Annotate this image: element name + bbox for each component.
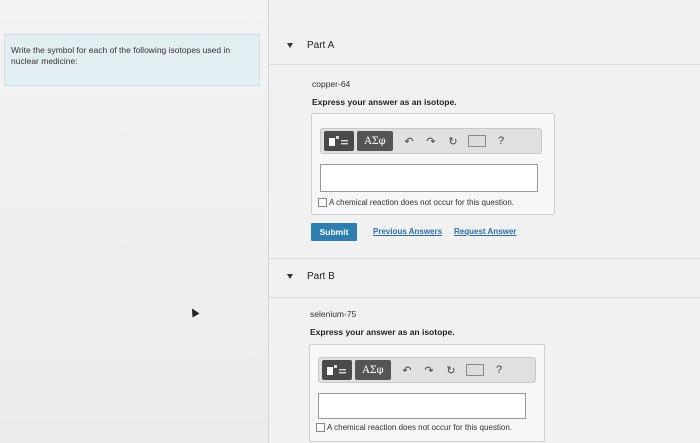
main-panel: Part A copper-64 Express your answer as … [269, 0, 700, 443]
part-a-instruction: Express your answer as an isotope. [312, 97, 457, 107]
no-reaction-label: A chemical reaction does not occur for t… [329, 198, 514, 207]
redo-icon[interactable]: ↷ [422, 131, 440, 151]
greek-symbols-button[interactable]: ΑΣφ [355, 360, 391, 380]
divider [269, 258, 700, 259]
part-a-title: Part A [307, 39, 335, 51]
question-prompt: Write the symbol for each of the followi… [4, 34, 260, 86]
previous-answers-link[interactable]: Previous Answers [373, 227, 442, 236]
divider [269, 64, 700, 65]
no-reaction-checkbox[interactable] [318, 198, 327, 207]
undo-icon[interactable]: ↶ [400, 131, 418, 151]
template-button[interactable] [324, 131, 354, 151]
part-a-isotope: copper-64 [312, 79, 351, 89]
part-b-title: Part B [307, 270, 335, 282]
no-reaction-checkbox[interactable] [316, 423, 325, 432]
left-panel: Write the symbol for each of the followi… [0, 0, 269, 443]
part-b-answer-input[interactable] [318, 393, 526, 419]
template-button[interactable] [322, 360, 352, 380]
part-b-toolbar: ΑΣφ ↶ ↷ ↻ ? [318, 357, 536, 383]
part-b-header[interactable]: Part B [287, 265, 335, 287]
collapse-caret-icon[interactable] [287, 273, 293, 279]
part-b-no-reaction-row[interactable]: A chemical reaction does not occur for t… [316, 423, 512, 432]
greek-symbols-button[interactable]: ΑΣφ [357, 131, 393, 151]
keyboard-icon[interactable] [466, 364, 484, 376]
undo-icon[interactable]: ↶ [398, 360, 416, 380]
redo-icon[interactable]: ↷ [420, 360, 438, 380]
part-a-toolbar: ΑΣφ ↶ ↷ ↻ ? [320, 128, 542, 154]
help-icon[interactable]: ? [498, 135, 504, 147]
part-b-isotope: selenium-75 [310, 309, 357, 319]
part-a-header[interactable]: Part A [287, 34, 334, 56]
part-a-answer-input[interactable] [320, 164, 538, 192]
reset-icon[interactable]: ↻ [442, 360, 460, 380]
request-answer-link[interactable]: Request Answer [454, 227, 516, 236]
part-b-answer-box: ΑΣφ ↶ ↷ ↻ ? A chemical reaction does not… [309, 344, 545, 442]
part-a-no-reaction-row[interactable]: A chemical reaction does not occur for t… [318, 198, 514, 207]
collapse-caret-icon[interactable] [287, 42, 293, 48]
keyboard-icon[interactable] [468, 135, 486, 147]
submit-button[interactable]: Submit [311, 223, 357, 241]
no-reaction-label: A chemical reaction does not occur for t… [327, 423, 512, 432]
help-icon[interactable]: ? [496, 364, 502, 376]
part-b-instruction: Express your answer as an isotope. [310, 327, 455, 337]
part-a-answer-box: ΑΣφ ↶ ↷ ↻ ? A chemical reaction does not… [311, 113, 555, 215]
divider [269, 297, 700, 298]
reset-icon[interactable]: ↻ [444, 131, 462, 151]
